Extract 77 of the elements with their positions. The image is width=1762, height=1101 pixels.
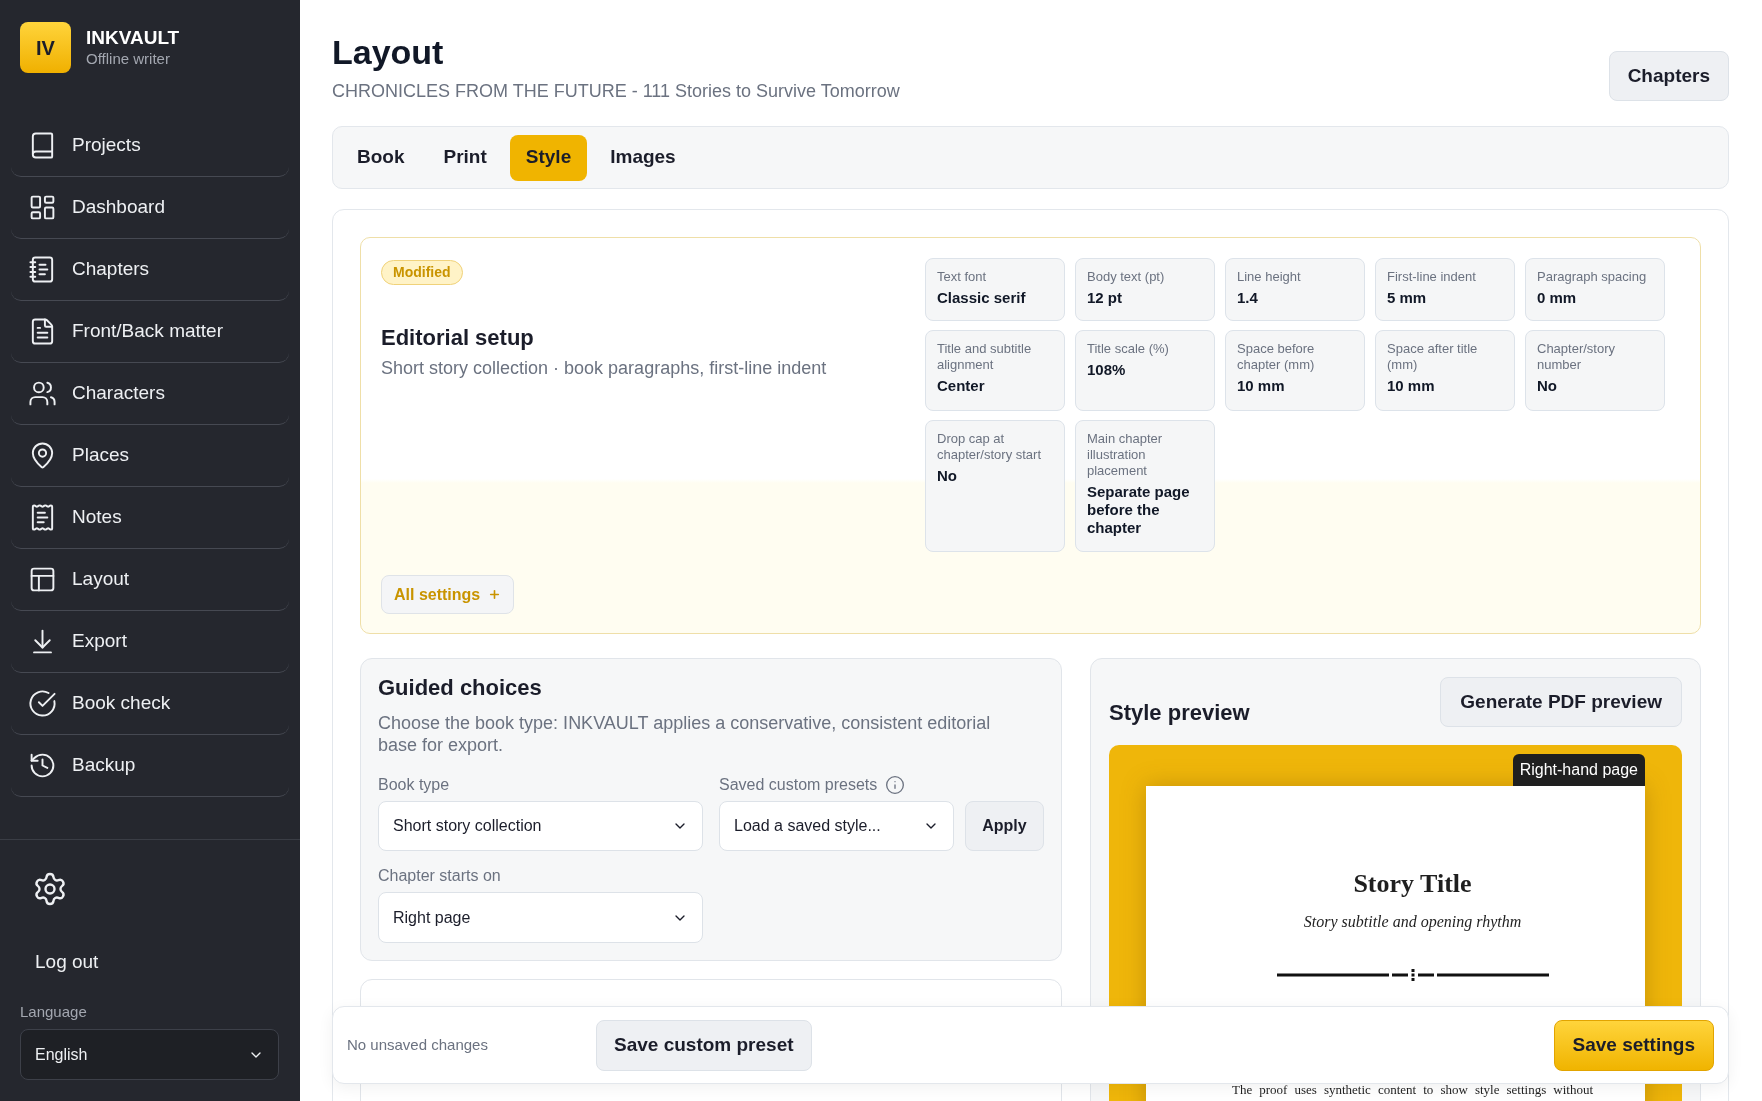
sidebar-item[interactable]: Dashboard [11, 177, 289, 239]
language-select[interactable]: English [20, 1029, 279, 1080]
tab[interactable]: Print [427, 134, 503, 181]
users-icon [28, 379, 57, 408]
setting-label: Text font [937, 269, 988, 285]
sidebar-item[interactable]: Chapters [11, 239, 289, 301]
proof-body-text: The proof uses synthetic content to show style settings without [1232, 1083, 1593, 1097]
sidebar-item[interactable]: Book check [11, 673, 289, 735]
generate-pdf-button[interactable]: Generate PDF preview [1440, 677, 1682, 727]
check-circle-icon [28, 689, 57, 718]
setting-value: 0 mm [1537, 289, 1578, 307]
setting-value: 12 pt [1087, 289, 1123, 307]
section-description: Short story collection · book paragraphs, first-line indent [381, 357, 827, 380]
setting-value: No [1537, 377, 1558, 395]
field-label: Saved custom presets [719, 775, 878, 795]
sidebar-item[interactable]: Layout [11, 549, 289, 611]
book-type-select[interactable]: Short story collection [378, 801, 703, 851]
setting-label: Chapter/story number [1537, 341, 1617, 373]
setting-label: Line height [1237, 269, 1302, 285]
story-subtitle: Story subtitle and opening rhythm [1303, 912, 1522, 932]
setting-value: 5 mm [1387, 289, 1428, 307]
sidebar-item[interactable]: Front/Back matter [11, 301, 289, 363]
history-icon [28, 751, 57, 780]
page-title: Layout [332, 32, 444, 72]
setting-value: 10 mm [1237, 377, 1286, 395]
panel-title: Style preview [1109, 699, 1250, 727]
section-title: Editorial setup [381, 324, 534, 352]
chapters-button[interactable]: Chapters [1608, 51, 1729, 101]
setting-value: Center [937, 377, 986, 395]
chapter-start-select[interactable]: Right page [378, 892, 703, 943]
sidebar-item[interactable]: Notes [11, 487, 289, 549]
setting-label: Paragraph spacing [1537, 269, 1648, 285]
preset-select[interactable]: Load a saved style... [719, 801, 954, 851]
app-name: INKVAULT [86, 27, 180, 49]
setting-value: No [937, 467, 958, 485]
tab[interactable]: Book [341, 134, 421, 181]
setting-label: Space before chapter (mm) [1237, 341, 1316, 373]
setting-label: Main chapter illustration placement [1087, 431, 1164, 479]
setting-value: Separate page before the chapter [1087, 483, 1191, 537]
story-title: Story Title [1353, 869, 1472, 899]
sidebar-item[interactable]: Export [11, 611, 289, 673]
setting-value: 108% [1087, 361, 1127, 379]
setting-label: Space after title (mm) [1387, 341, 1479, 373]
logout-button[interactable]: Log out [35, 950, 99, 974]
setting-label: Title scale (%) [1087, 341, 1170, 357]
panel-description: Choose the book type: INKVAULT applies a conservative, consistent editorial base for export. [378, 712, 992, 756]
sidebar-item[interactable]: Characters [11, 363, 289, 425]
tab[interactable]: Style [509, 134, 588, 181]
plus-icon [488, 588, 502, 601]
sidebar-item[interactable]: Backup [11, 735, 289, 797]
layout-icon [28, 565, 57, 594]
page-badge: Right-hand page [1512, 754, 1645, 786]
setting-value: Classic serif [937, 289, 1027, 307]
field-label: Chapter starts on [378, 866, 501, 886]
sidebar-item[interactable]: Projects [11, 115, 289, 177]
field-label: Book type [378, 775, 450, 795]
sidebar-item[interactable]: Places [11, 425, 289, 487]
panel-title: Guided choices [378, 674, 543, 702]
app-tagline: Offline writer [86, 49, 170, 68]
tab[interactable]: Images [594, 134, 692, 181]
save-preset-button[interactable]: Save custom preset [596, 1019, 812, 1071]
setting-value: 1.4 [1237, 289, 1259, 307]
app-logo: IV [20, 22, 71, 73]
save-status: No unsaved changes [347, 1034, 489, 1055]
modified-badge: Modified [381, 260, 463, 285]
dashboard-icon [28, 193, 57, 222]
page-subtitle: CHRONICLES FROM THE FUTURE - 111 Stories to Survive Tomorrow [332, 80, 900, 103]
setting-label: Drop cap at chapter/story start [937, 431, 1043, 463]
setting-label: Title and subtitle alignment [937, 341, 1033, 373]
language-label: Language [20, 1003, 87, 1021]
settings-icon [32, 871, 68, 907]
setting-value: 10 mm [1387, 377, 1436, 395]
setting-label: First-line indent [1387, 269, 1477, 285]
save-settings-button[interactable]: Save settings [1553, 1019, 1714, 1071]
apply-button[interactable]: Apply [965, 801, 1044, 851]
setting-label: Body text (pt) [1087, 269, 1166, 285]
info-icon[interactable] [885, 775, 906, 795]
